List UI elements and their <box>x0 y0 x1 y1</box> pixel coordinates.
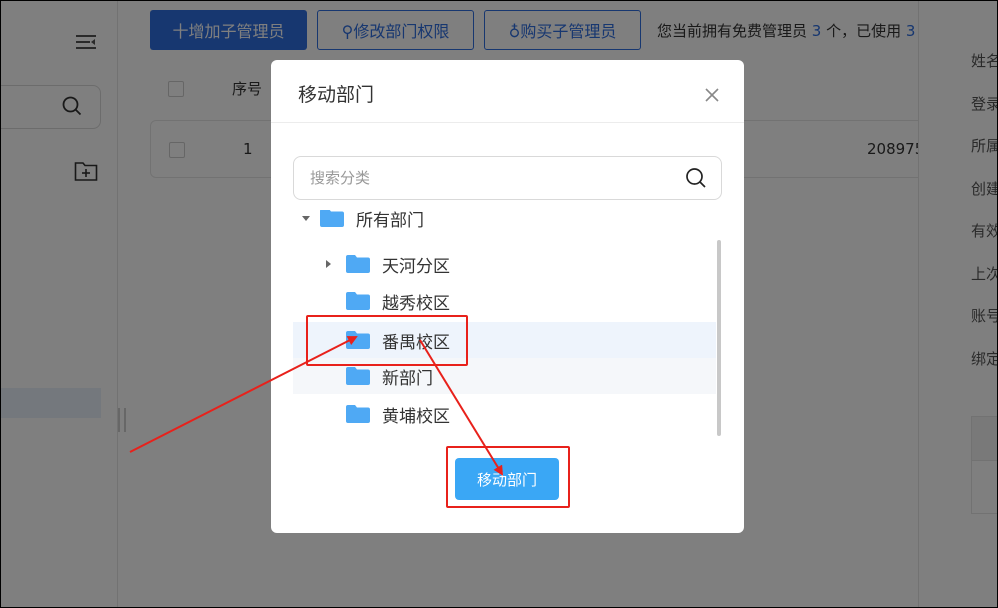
tree-node-huangpu[interactable]: 黄埔校区 <box>293 396 716 432</box>
folder-icon <box>320 210 344 227</box>
tree-node-root[interactable]: 所有部门 <box>293 210 716 236</box>
folder-icon <box>346 367 370 385</box>
highlight-box-selected-node <box>306 315 468 366</box>
search-icon[interactable] <box>685 167 707 189</box>
dialog-title: 移动部门 <box>298 84 375 106</box>
tree-node-label: 黄埔校区 <box>382 406 450 427</box>
highlight-box-move-button <box>446 446 570 508</box>
tree-scrollbar[interactable] <box>717 240 721 436</box>
tree-node-yuexiu[interactable]: 越秀校区 <box>293 283 716 319</box>
folder-icon <box>346 255 370 273</box>
close-icon[interactable] <box>703 86 721 104</box>
category-search-input[interactable] <box>310 167 670 189</box>
folder-icon <box>346 405 370 423</box>
caret-down-icon[interactable] <box>301 213 311 223</box>
folder-icon <box>346 292 370 310</box>
tree-node-label: 所有部门 <box>356 210 424 231</box>
tree-node-label: 天河分区 <box>382 256 450 277</box>
tree-node-label: 越秀校区 <box>382 293 450 314</box>
tree-node-tianhe[interactable]: 天河分区 <box>293 246 716 282</box>
tree-node-label: 新部门 <box>382 368 433 389</box>
category-search-box <box>293 156 722 200</box>
dialog-divider <box>271 122 744 123</box>
caret-right-icon[interactable] <box>323 259 333 269</box>
